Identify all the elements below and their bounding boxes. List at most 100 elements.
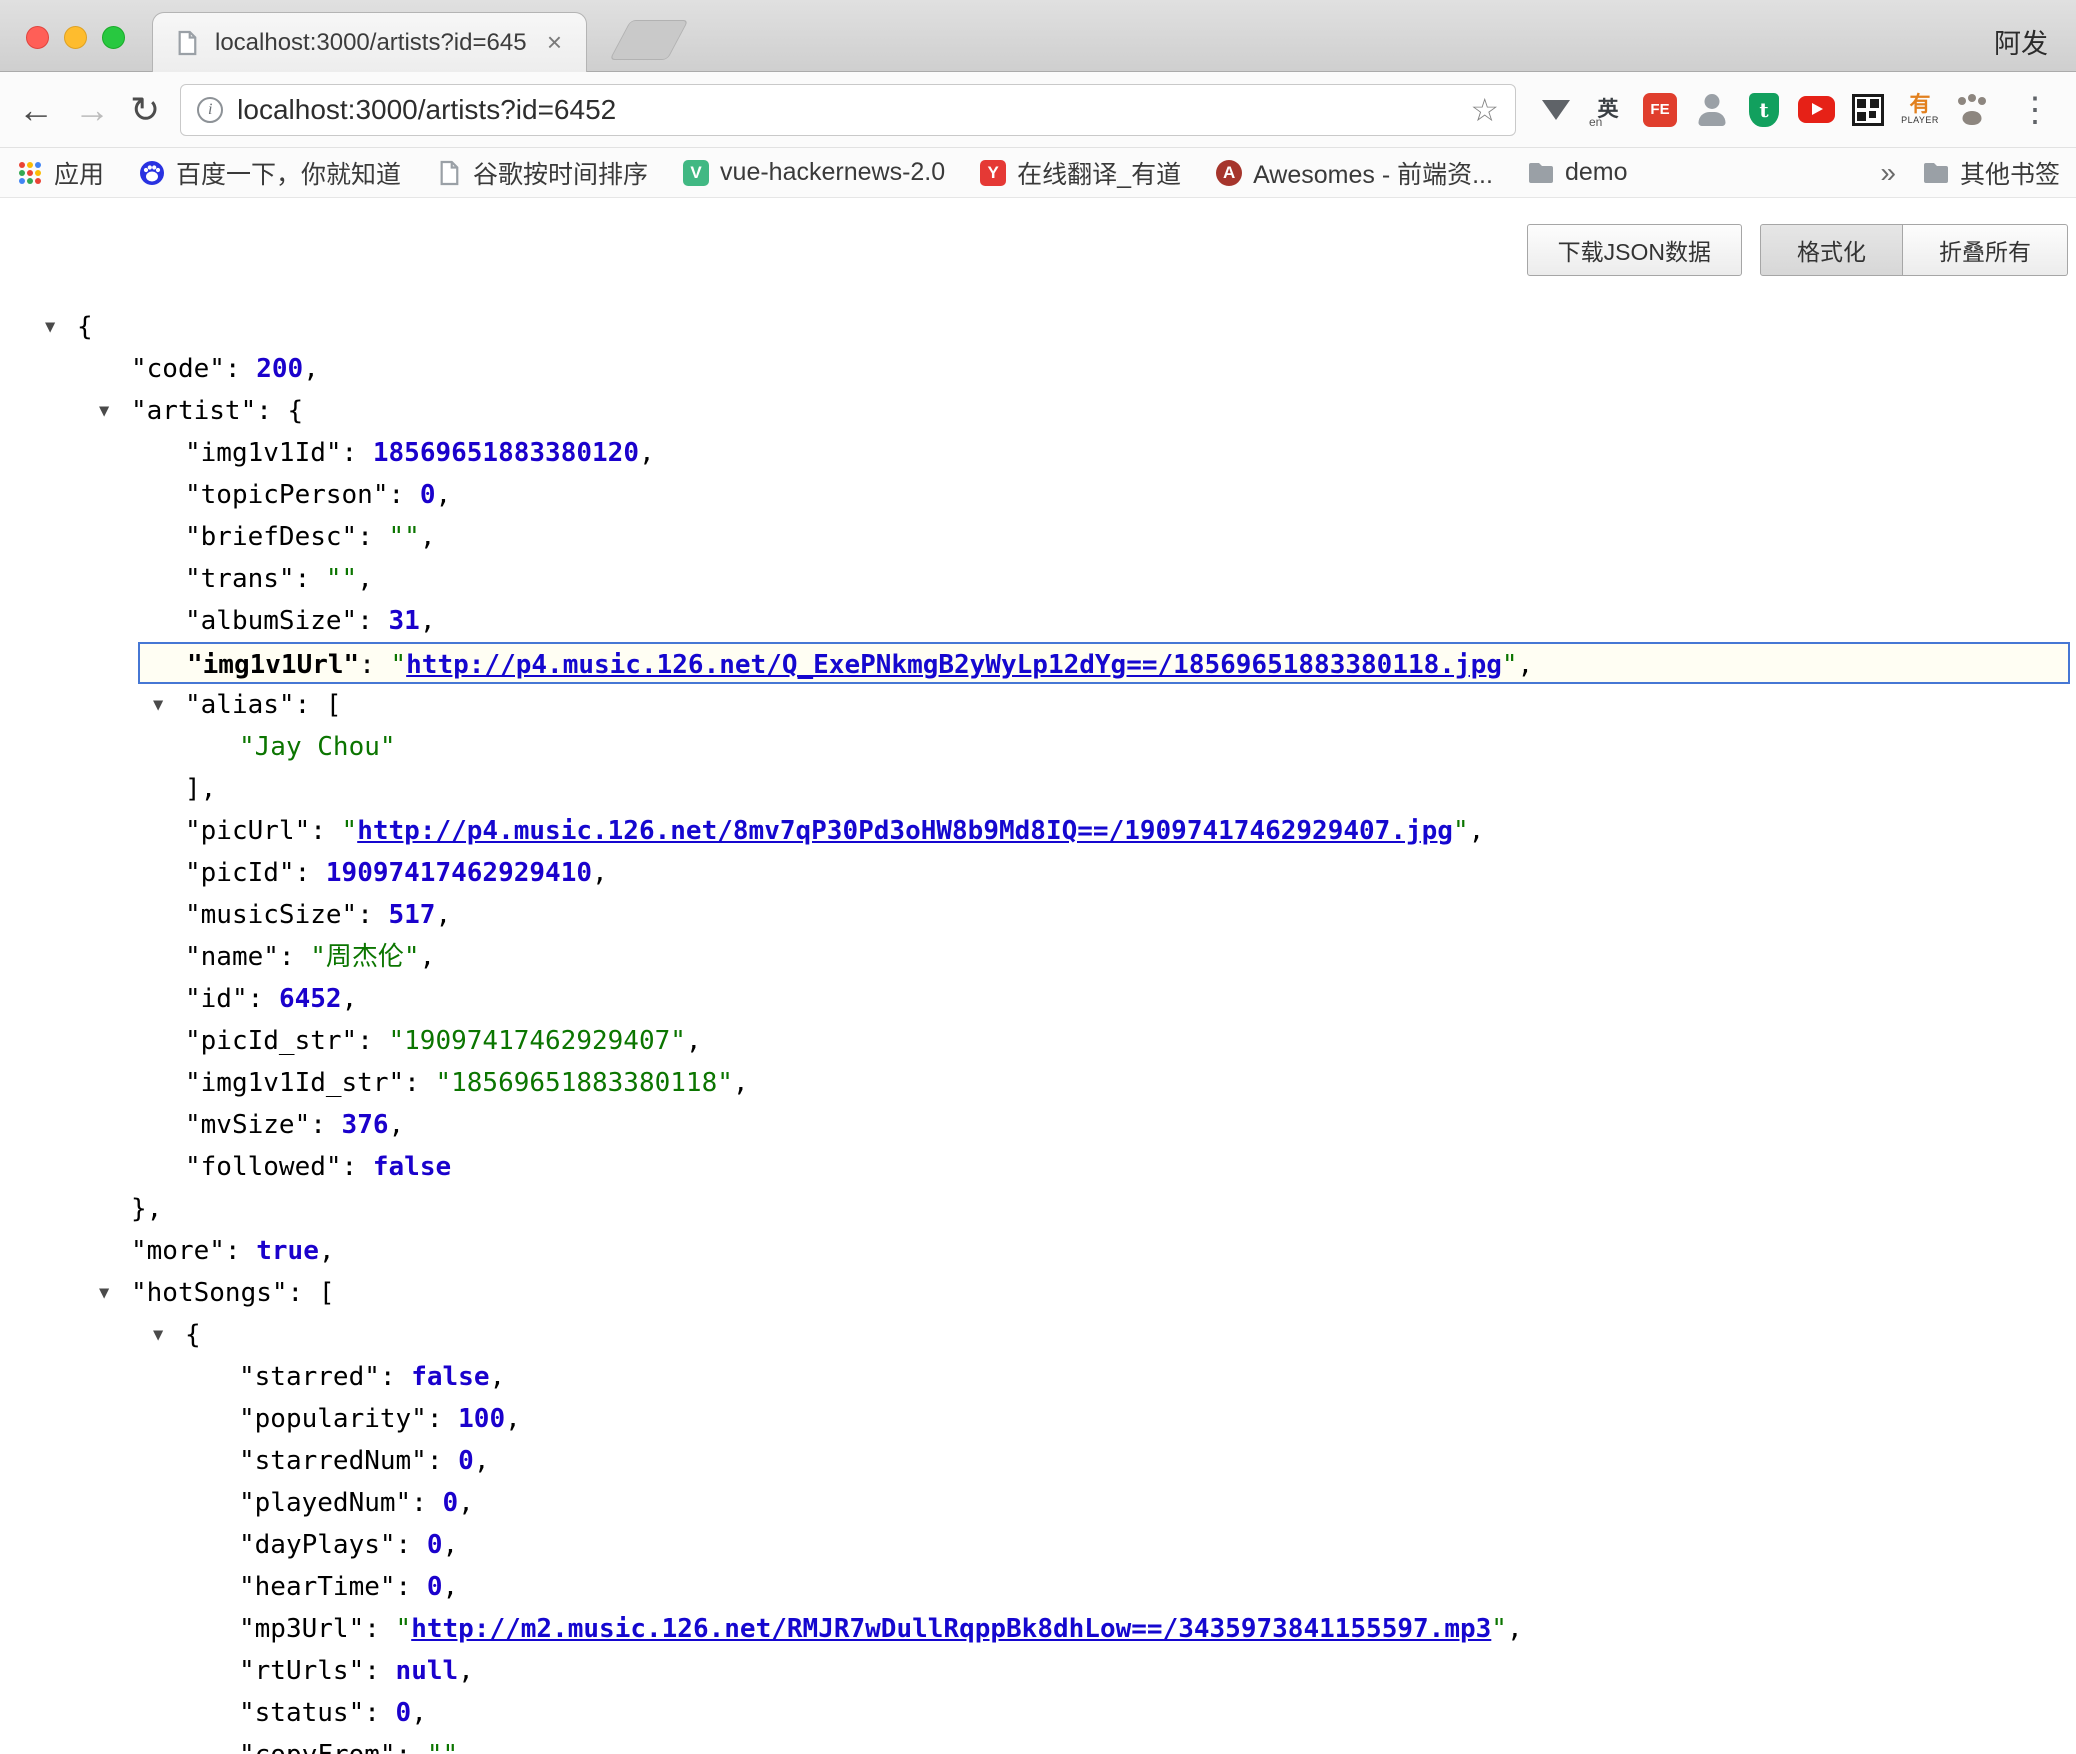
json-token-punct: , (474, 1446, 490, 1476)
collapse-toggle-icon[interactable]: ▼ (99, 1272, 109, 1314)
json-token-str: "Jay Chou" (239, 732, 396, 762)
json-line: "rtUrls": null, (0, 1650, 2076, 1692)
bookmark-item[interactable]: Y在线翻译_有道 (979, 155, 1181, 191)
url-text[interactable]: localhost:3000/artists?id=6452 (237, 94, 616, 126)
browser-window: localhost:3000/artists?id=645 × 阿发 ← → ↻… (0, 0, 2076, 1753)
json-token-key: "starred" (239, 1362, 380, 1392)
json-token-num: 0 (420, 480, 436, 510)
browser-tab[interactable]: localhost:3000/artists?id=645 × (152, 12, 587, 72)
translate-glyph: en (1589, 115, 1602, 129)
json-line: "dayPlays": 0, (0, 1524, 2076, 1566)
json-token-str: "周杰伦" (310, 942, 419, 972)
json-token-num: 0 (396, 1698, 412, 1728)
bookmark-item[interactable]: 百度一下，你就知道 (138, 155, 401, 191)
back-button[interactable]: ← (18, 92, 54, 128)
address-bar[interactable]: i localhost:3000/artists?id=6452 ☆ (180, 84, 1516, 136)
json-line: "id": 6452, (0, 978, 2076, 1020)
json-token-key: "picId_str" (185, 1026, 357, 1056)
format-button[interactable]: 格式化 (1760, 224, 1903, 276)
bookmark-item[interactable]: 应用 (16, 155, 104, 191)
collapse-toggle-icon[interactable]: ▼ (153, 684, 163, 726)
json-line: "trans": "", (0, 558, 2076, 600)
json-url-link[interactable]: http://p4.music.126.net/Q_ExePNkmgB2yWyL… (406, 650, 1502, 680)
json-line: "img1v1Id": 18569651883380120, (0, 432, 2076, 474)
player-glyph: PLAYER (1901, 115, 1939, 125)
json-token-punct: , (443, 1530, 459, 1560)
json-token-punct: , (505, 1404, 521, 1434)
fehelper-glyph: FE (1643, 93, 1677, 127)
json-line: "hearTime": 0, (0, 1566, 2076, 1608)
json-url-link[interactable]: http://p4.music.126.net/8mv7qP30Pd3oHW8b… (357, 816, 1453, 846)
zoom-window-button[interactable] (102, 26, 125, 49)
reload-button[interactable]: ↻ (130, 92, 160, 128)
collapse-toggle-icon[interactable]: ▼ (153, 1314, 163, 1356)
json-token-key: "mp3Url" (239, 1614, 364, 1644)
extension-fehelper-icon[interactable]: FE (1640, 90, 1680, 130)
json-token-punct: : [ (295, 690, 342, 720)
extension-v-flag-icon[interactable] (1536, 90, 1576, 130)
bookmark-item[interactable]: demo (1527, 158, 1628, 187)
json-token-punct: : (364, 1656, 395, 1686)
badge-letter: V (683, 160, 709, 186)
json-token-str: " (342, 816, 358, 846)
json-token-key: "alias" (185, 690, 295, 720)
json-token-str: "19097417462929407" (389, 1026, 686, 1056)
json-token-punct: , (420, 942, 436, 972)
forward-button[interactable]: → (74, 92, 110, 128)
json-token-punct: , (686, 1026, 702, 1056)
bookmark-item[interactable]: 谷歌按时间排序 (435, 155, 648, 191)
json-token-punct: : (225, 1236, 256, 1266)
json-token-punct: , (489, 1362, 505, 1392)
json-token-punct: , (592, 858, 608, 888)
json-token-key: "followed" (185, 1152, 342, 1182)
json-url-link[interactable]: http://m2.music.126.net/RMJR7wDullRqppBk… (411, 1614, 1491, 1644)
extension-person-icon[interactable] (1692, 90, 1732, 130)
json-token-key: "playedNum" (239, 1488, 411, 1518)
youtube-glyph (1798, 96, 1835, 123)
json-token-punct: , (443, 1572, 459, 1602)
extension-player-icon[interactable]: 有PLAYER (1900, 90, 1940, 130)
profile-name[interactable]: 阿发 (1994, 22, 2048, 61)
extension-shield-icon[interactable]: t (1744, 90, 1784, 130)
extension-translate-icon[interactable]: 英en (1588, 90, 1628, 130)
browser-menu-button[interactable]: ⋮ (2012, 90, 2058, 130)
json-token-key: "hotSongs" (131, 1278, 288, 1308)
json-line: "followed": false (0, 1146, 2076, 1188)
collapse-all-button[interactable]: 折叠所有 (1903, 224, 2068, 276)
json-line: "name": "周杰伦", (0, 936, 2076, 978)
download-json-button[interactable]: 下载JSON数据 (1527, 224, 1742, 276)
json-line: "picId": 19097417462929410, (0, 852, 2076, 894)
json-token-punct: , (733, 1068, 749, 1098)
extension-paw-icon[interactable] (1952, 90, 1992, 130)
collapse-toggle-icon[interactable]: ▼ (99, 390, 109, 432)
window-controls (26, 26, 125, 49)
json-token-str: " (391, 650, 407, 680)
collapse-toggle-icon[interactable]: ▼ (45, 306, 55, 348)
json-token-punct: : (404, 1068, 435, 1098)
other-bookmarks-folder[interactable]: 其他书签 (1922, 155, 2060, 191)
bookmarks-bar: 应用百度一下，你就知道谷歌按时间排序 Vvue-hackernews-2.0 Y在线… (0, 148, 2076, 198)
bookmark-item[interactable]: Vvue-hackernews-2.0 (682, 158, 945, 187)
extension-qrcode-icon[interactable] (1848, 90, 1888, 130)
json-token-punct: : (427, 1404, 458, 1434)
json-token-num: 6452 (279, 984, 342, 1014)
bookmark-item[interactable]: AAwesomes - 前端资... (1215, 155, 1493, 191)
bookmark-badge-icon: Y (979, 159, 1007, 187)
json-line: "albumSize": 31, (0, 600, 2076, 642)
json-token-key: "picId" (185, 858, 295, 888)
extension-youtube-icon[interactable] (1796, 90, 1836, 130)
minimize-window-button[interactable] (64, 26, 87, 49)
json-token-punct: , (420, 522, 436, 552)
bookmarks-overflow-chevron[interactable]: » (1880, 157, 1896, 189)
json-token-key: "status" (239, 1698, 364, 1728)
json-token-punct: { (185, 1320, 201, 1350)
tab-close-button[interactable]: × (543, 27, 566, 58)
json-token-punct: : (396, 1530, 427, 1560)
json-token-punct: : (396, 1572, 427, 1602)
close-window-button[interactable] (26, 26, 49, 49)
new-tab-button[interactable] (609, 20, 688, 60)
json-line: ], (0, 768, 2076, 810)
page-info-icon[interactable]: i (197, 97, 223, 123)
bookmark-star-icon[interactable]: ☆ (1470, 91, 1499, 129)
json-token-str: " (1502, 650, 1518, 680)
